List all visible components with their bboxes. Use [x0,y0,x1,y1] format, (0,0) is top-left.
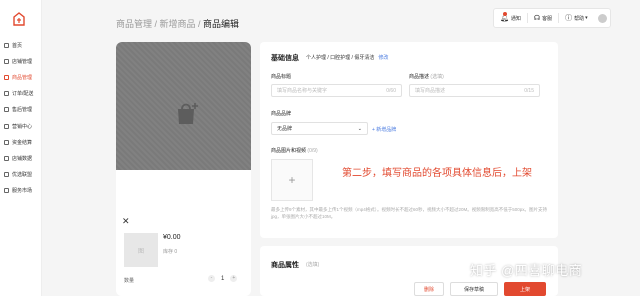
sidebar-item-orders[interactable]: 订单/配送 [4,86,42,102]
sidebar-item-store[interactable]: 店铺管理 [4,53,42,69]
sidebar-item-label: 优选联盟 [12,172,33,179]
sidebar-item-aftersale[interactable]: 售后管理 [4,102,42,118]
service-label: 客服 [542,15,553,22]
close-icon[interactable]: ✕ [122,216,130,227]
sidebar-item-label: 营销中心 [12,123,33,130]
plus-icon: + [288,173,296,187]
section-optional: (选填) [306,262,320,268]
section-title: 基础信息 [271,55,299,62]
quantity-value: 1 [221,275,225,282]
marketing-icon [4,123,9,129]
preview-stock: 库存 0 [163,249,178,255]
mobile-preview: ✕ 图 ¥0.00 库存 0 数量 - 1 + [116,42,251,296]
quantity-stepper: - 1 + [208,275,238,282]
store-icon [4,58,9,64]
quantity-label: 数量 [124,278,135,284]
breadcrumb-new[interactable]: 新增商品 / [160,19,204,29]
title-label: 商品标题 [271,74,292,80]
preview-image-placeholder [116,42,251,170]
sidebar-item-label: 店铺数据 [12,155,33,162]
sidebar-item-label: 资金结算 [12,139,33,146]
shopping-bag-icon [178,103,198,124]
brand-select[interactable]: 无品牌 ⌄ [271,122,368,135]
sidebar-item-label: 首页 [12,42,23,49]
sidebar-item-label: 售后管理 [12,107,33,114]
media-label: 商品图片和视频 (0/9) [271,147,318,154]
avatar[interactable] [597,13,607,23]
funds-icon [4,139,9,145]
title-input[interactable]: 填写商品名称与关键字 0/60 [271,84,402,97]
market-icon [4,188,9,194]
section-title: 商品属性 [271,262,299,269]
sidebar-item-alliance[interactable]: 优选联盟 [4,167,42,183]
watermark: 知乎 @四喜聊电商 [470,263,583,278]
desc-input[interactable]: 填写商品描述 0/15 [409,84,540,97]
sidebar-item-label: 商品管理 [12,74,33,81]
alliance-icon [4,172,9,178]
brand-label: 商品品牌 [271,111,292,117]
category-text: 个人护理 / 口腔护理 / 假牙清洁 [306,55,375,61]
sku-thumbnail: 图 [124,233,158,267]
sidebar-item-label: 店铺管理 [12,58,33,65]
sidebar-item-funds[interactable]: 资金结算 [4,134,42,150]
desc-optional: (选填) [430,74,444,80]
upload-button[interactable]: + [271,159,313,201]
minus-button[interactable]: - [208,275,215,282]
sidebar-item-data[interactable]: 店铺数据 [4,150,42,166]
data-icon [4,155,9,161]
desc-label-text: 商品描述 [409,74,430,80]
notify-label: 通知 [510,15,521,22]
desc-label: 商品描述 (选填) [409,73,444,80]
help-label: 帮助 [574,15,585,22]
breadcrumb-current: 商品编辑 [203,19,240,29]
breadcrumb-goods[interactable]: 商品管理 / [116,19,160,29]
publish-button[interactable]: 上架 [504,282,546,296]
instruction-annotation: 第二步，填写商品的各项具体信息后，上架 [342,168,532,179]
sku-sheet: ✕ 图 ¥0.00 库存 0 数量 - 1 + [116,210,251,296]
home-icon [4,42,9,48]
top-toolbar: 🔔︎ 通知 ☊ 客服 ⓘ 帮助 ▾ [493,8,611,28]
service-button[interactable]: ☊ 客服 [528,9,558,27]
sidebar-item-marketing[interactable]: 营销中心 [4,118,42,134]
help-button[interactable]: ⓘ 帮助 ▾ [559,9,594,27]
desc-placeholder: 填写商品描述 [415,88,446,94]
breadcrumb: 商品管理 / 新增商品 / 商品编辑 [116,17,239,30]
desc-count: 0/15 [524,87,534,94]
image-icon: 图 [137,248,144,255]
sidebar-item-goods[interactable]: 商品管理 [4,69,42,85]
chevron-down-icon: ⌄ [357,125,362,132]
headset-icon: ☊ [533,15,541,22]
add-brand-link[interactable]: + 新增品牌 [372,126,396,133]
edit-category-link[interactable]: 修改 [378,55,388,61]
order-icon [4,91,9,97]
sidebar-item-label: 订单/配送 [12,91,34,98]
sidebar-item-market[interactable]: 服务市场 [4,183,42,199]
brand-value: 无品牌 [277,126,293,132]
help-icon: ⓘ [565,15,573,22]
preview-price: ¥0.00 [163,234,181,241]
notify-badge [503,12,507,16]
upload-hint: 最多上传9个素材，其中最多上传1个视频（mp4格式）。视频时长不超过60秒，视频… [271,207,548,219]
sidebar-item-home[interactable]: 首页 [4,37,42,53]
title-count: 0/60 [386,87,396,94]
save-draft-button[interactable]: 保存草稿 [450,282,498,296]
sidebar: 首页 店铺管理 商品管理 订单/配送 售后管理 营销中心 资金结算 店铺数据 优… [0,0,42,296]
basic-info-card: 基础信息 个人护理 / 口腔护理 / 假牙清洁 修改 商品标题 填写商品名称与关键… [260,42,558,238]
aftersale-icon [4,107,9,113]
goods-icon [4,74,9,80]
delete-button[interactable]: 删除 [414,282,444,296]
media-count: (0/9) [307,148,318,154]
chevron-down-icon: ▾ [585,15,588,21]
plus-button[interactable]: + [230,275,238,282]
title-placeholder: 填写商品名称与关键字 [277,88,328,94]
category-path: 个人护理 / 口腔护理 / 假牙清洁 修改 [306,54,388,61]
sidebar-nav: 首页 店铺管理 商品管理 订单/配送 售后管理 营销中心 资金结算 店铺数据 优… [4,37,42,199]
notify-button[interactable]: 🔔︎ 通知 [494,9,527,27]
media-label-text: 商品图片和视频 [271,148,307,154]
sidebar-item-label: 服务市场 [12,188,33,195]
logo-icon[interactable] [12,12,26,26]
